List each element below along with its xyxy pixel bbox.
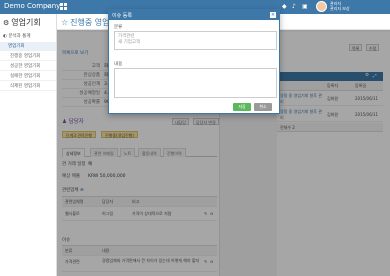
sidebar-item-label: 분석과 통계 — [8, 34, 31, 39]
user-role: 관리자 보상 — [330, 6, 350, 11]
sidebar: ⚙ 영업기회 ◐ 분석과 통계 영업기회 진행중 영업기회 성공한 영업기회 실패… — [0, 14, 57, 276]
content-textarea[interactable] — [114, 68, 277, 98]
star-icon[interactable]: ☆ — [61, 18, 68, 27]
sidebar-item-label: 삭제된 영업기회 — [10, 84, 41, 89]
category-field[interactable]: 가격관련 새 기업고객 — [114, 31, 277, 50]
chevron-down-icon[interactable]: ▾ — [47, 4, 50, 10]
gear-icon: ⚙ — [3, 19, 10, 27]
sidebar-item-label: 영업기회 — [8, 44, 25, 49]
sidebar-item-analytics[interactable]: ◐ 분석과 통계 — [3, 33, 55, 39]
content-label: 내용 — [114, 62, 123, 67]
bell-icon[interactable]: ♪ — [292, 3, 296, 10]
sidebar-item-label: 진행중 영업기회 — [10, 54, 41, 59]
modal-header: 이슈 등록 × — [109, 10, 279, 20]
app-title: ⚙ 영업기회 — [3, 17, 41, 28]
close-icon[interactable]: × — [270, 12, 276, 18]
app-title-text: 영업기회 — [11, 18, 41, 27]
sidebar-item-label: 성공한 영업기회 — [10, 64, 41, 69]
sidebar-item-failed[interactable]: 실패한 영업기회 — [0, 72, 56, 81]
company-name[interactable]: Demo Company — [4, 2, 60, 10]
cancel-button[interactable]: 취소 — [254, 103, 272, 111]
modal-title: 이슈 등록 — [112, 13, 132, 19]
lock-icon[interactable]: ▣ — [302, 3, 308, 10]
sidebar-item-deleted[interactable]: 삭제된 영업기회 — [0, 82, 56, 91]
category-label: 분류 — [114, 25, 123, 30]
sidebar-item-label: 실패한 영업기회 — [10, 74, 41, 79]
sidebar-item-in-progress[interactable]: 진행중 영업기회 — [0, 52, 56, 61]
category-option: 새 기업고객 — [118, 40, 141, 45]
tag-icon[interactable]: ◆ — [282, 3, 287, 10]
sidebar-item-opportunity[interactable]: 영업기회 — [0, 42, 56, 51]
user-info[interactable]: 관리자 관리자 보상 — [330, 1, 350, 11]
sidebar-item-success[interactable]: 성공한 영업기회 — [0, 62, 56, 71]
save-button[interactable]: 저장 — [233, 103, 251, 111]
avatar[interactable] — [316, 1, 327, 12]
app-grid-icon[interactable] — [60, 3, 68, 11]
issue-register-modal: 이슈 등록 × 분류 가격관련 새 기업고객 내용 저장 취소 — [108, 9, 280, 114]
